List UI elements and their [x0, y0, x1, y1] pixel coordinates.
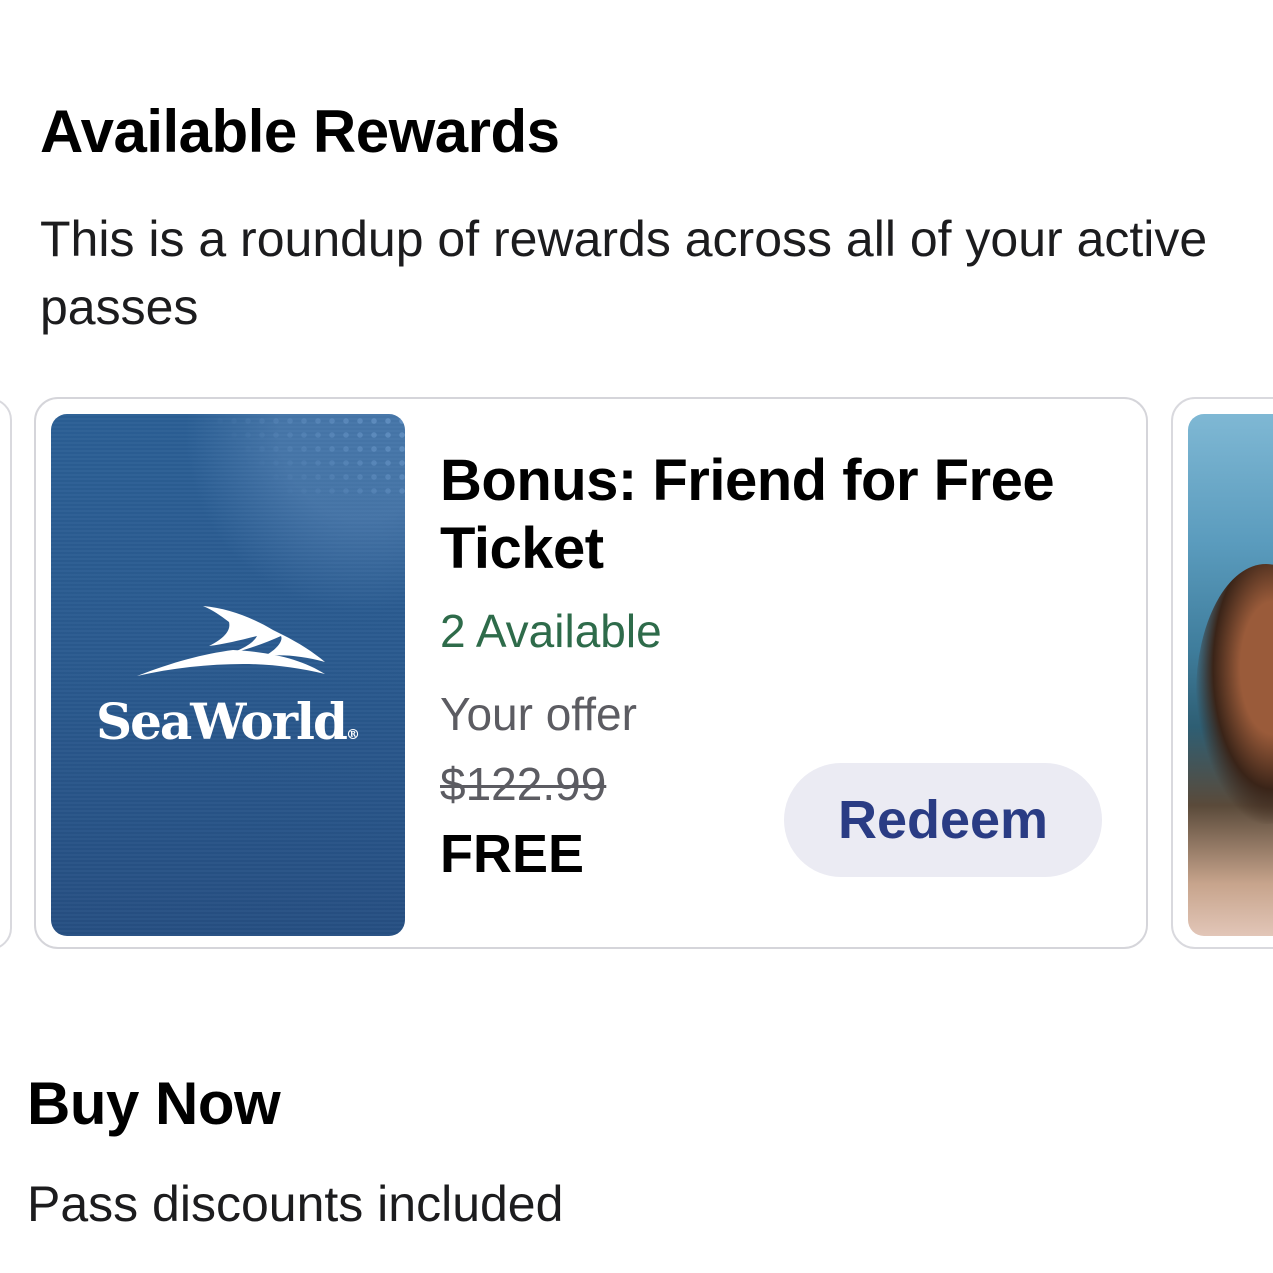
available-rewards-title: Available Rewards: [40, 98, 560, 165]
smiling-person-photo: [1196, 564, 1273, 824]
offer-label: Your offer: [440, 688, 637, 740]
available-rewards-description: This is a roundup of rewards across all …: [40, 211, 1208, 335]
reward-availability: 2 Available: [440, 605, 662, 657]
redeem-button[interactable]: Redeem: [784, 763, 1102, 877]
original-price: $122.99: [440, 758, 607, 810]
buy-now-description: Pass discounts included: [27, 1176, 564, 1232]
seaworld-orca-logo-icon: [137, 606, 325, 676]
offer-price: FREE: [440, 824, 585, 884]
seaworld-logo-image: SeaWorld®: [51, 414, 405, 936]
reward-card[interactable]: SeaWorld® Bonus: Friend for Free Ticket …: [34, 397, 1148, 949]
dot-pattern: [185, 414, 405, 494]
rewards-carousel[interactable]: SeaWorld® Bonus: Friend for Free Ticket …: [0, 396, 1273, 952]
previous-reward-card[interactable]: [0, 398, 12, 950]
reward-title: Bonus: Friend for Free Ticket: [440, 448, 1055, 581]
next-reward-photo: [1188, 414, 1273, 936]
next-reward-card[interactable]: [1171, 397, 1273, 949]
buy-now-title: Buy Now: [27, 1070, 281, 1137]
seaworld-wordmark: SeaWorld®: [95, 692, 361, 751]
